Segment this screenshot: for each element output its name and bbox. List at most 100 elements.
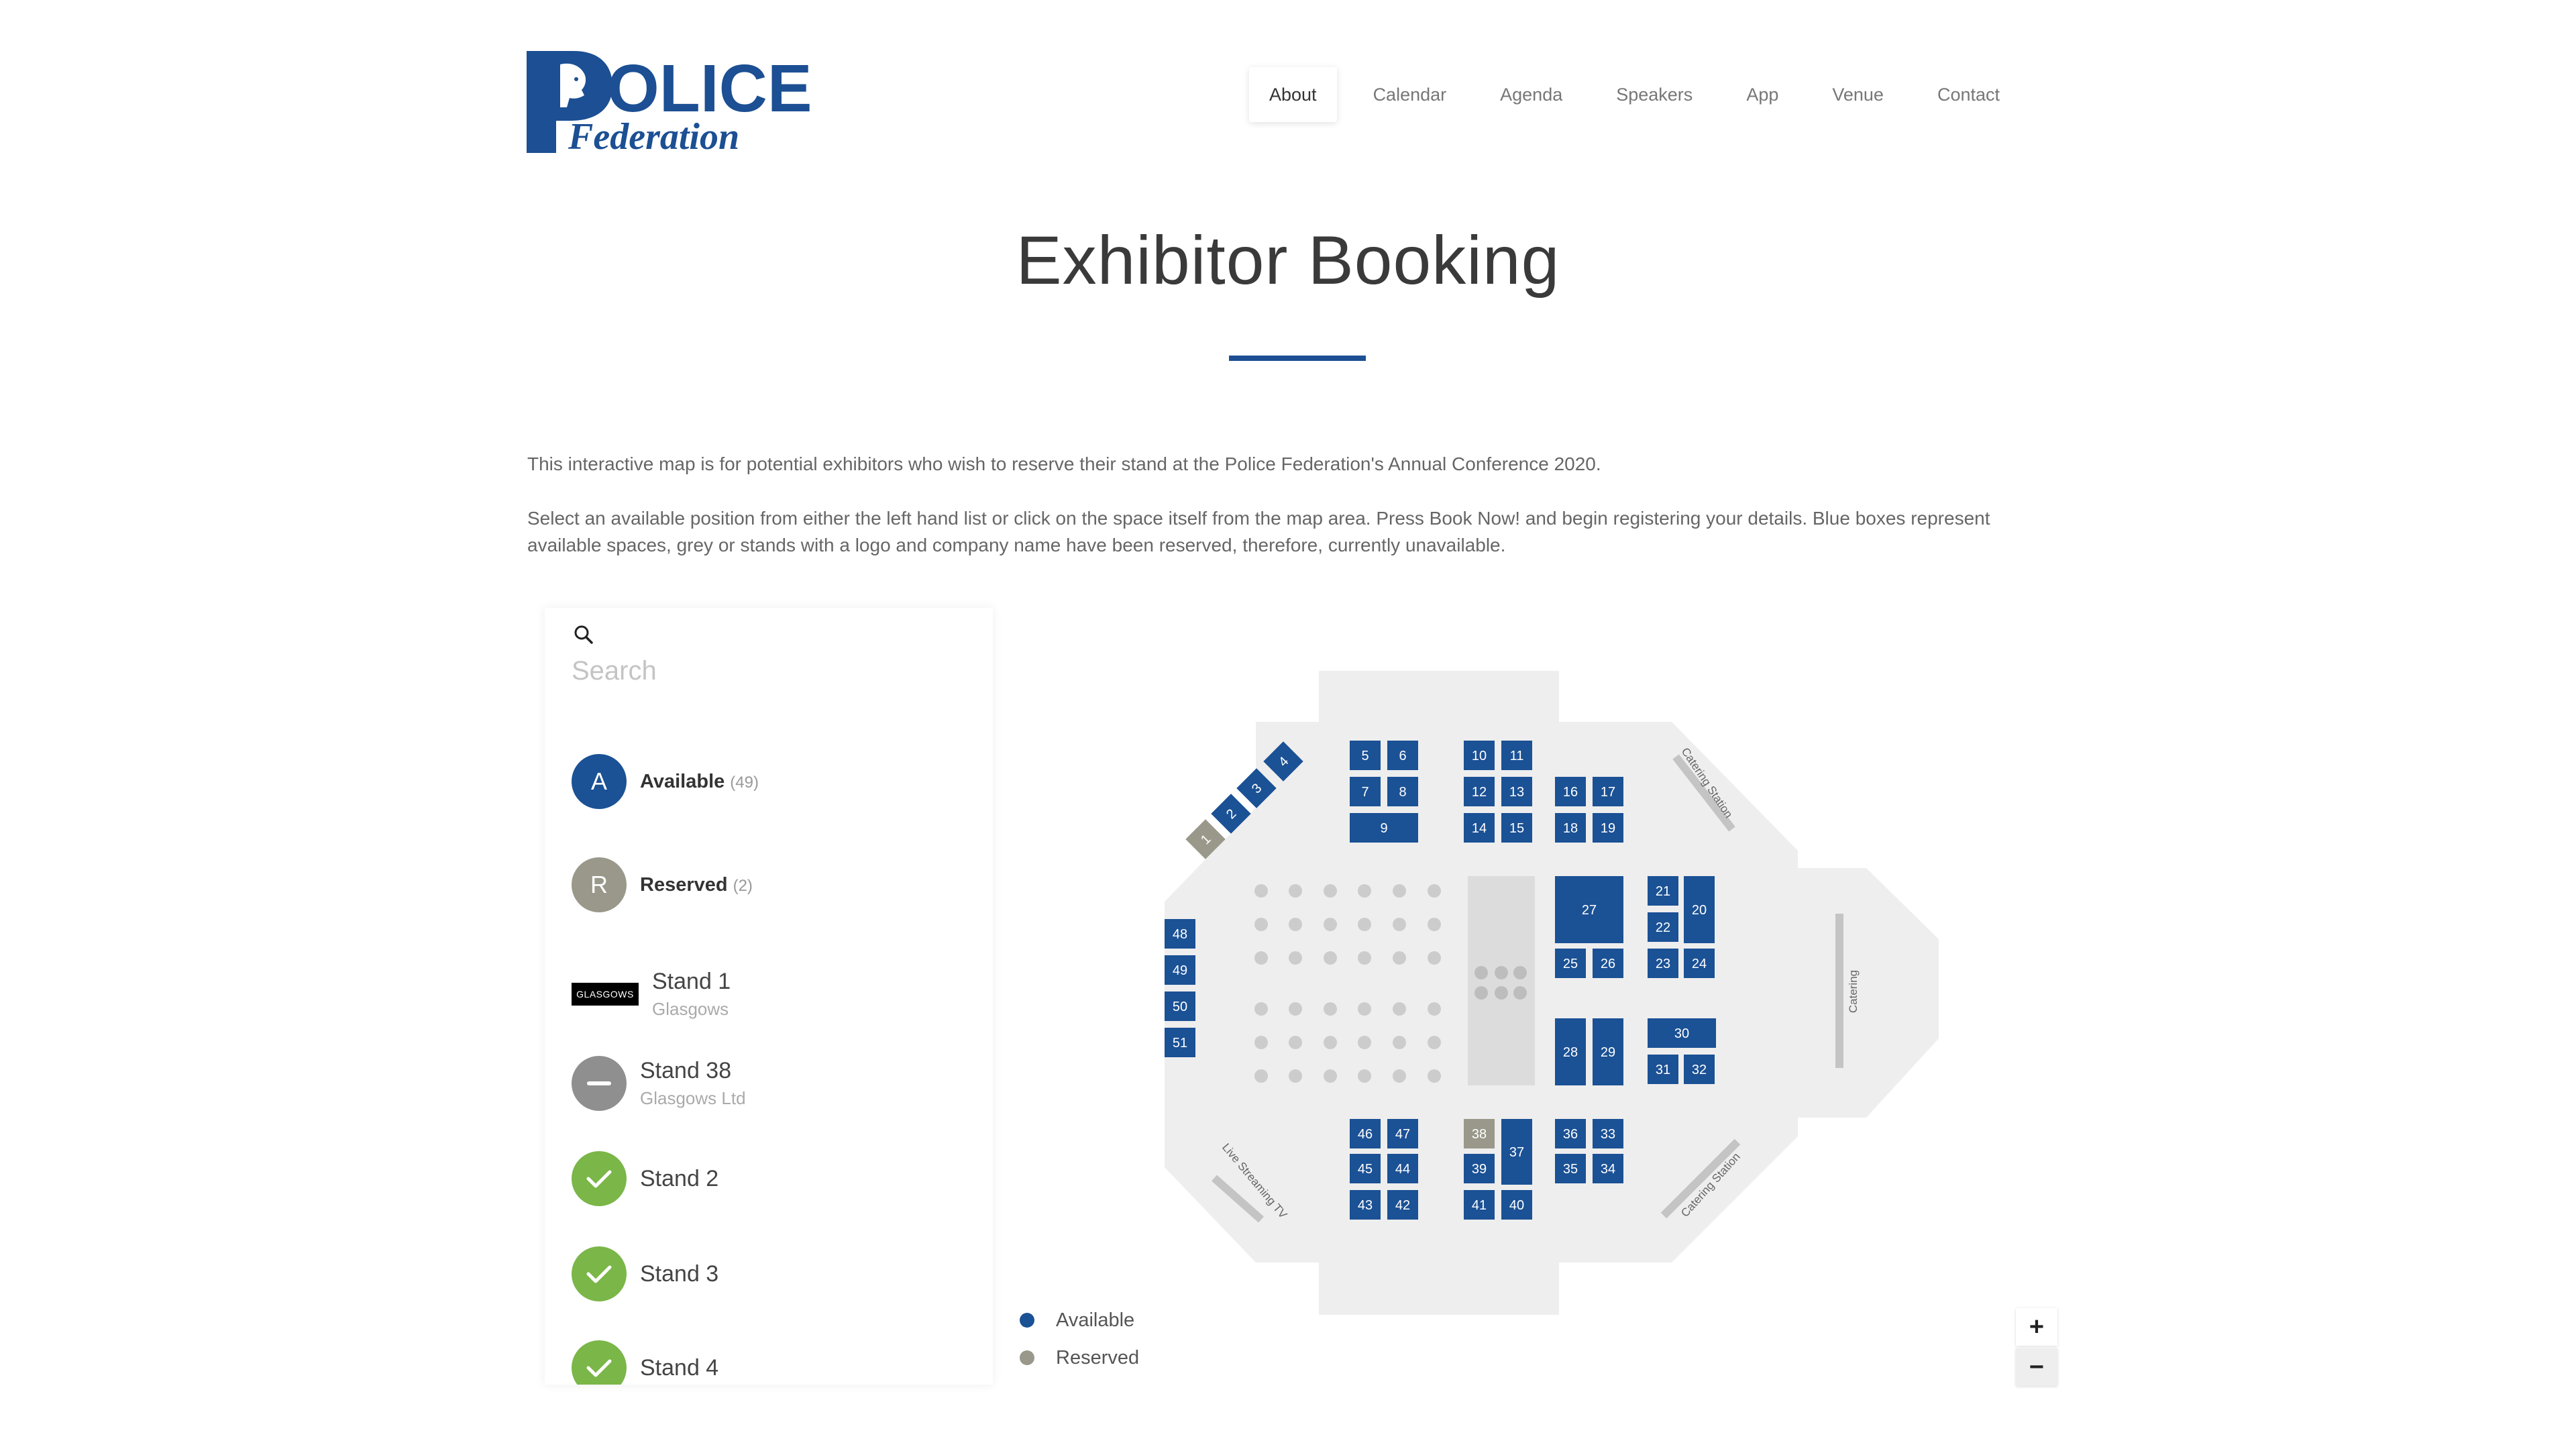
reserved-count: (2) — [733, 876, 753, 895]
stand-number: 38 — [1472, 1127, 1487, 1142]
stand-43[interactable]: 43 — [1350, 1190, 1381, 1220]
stand-name: Stand 38 — [640, 1058, 732, 1083]
stand-name: Stand 2 — [640, 1165, 719, 1191]
stand-39[interactable]: 39 — [1464, 1154, 1495, 1183]
search-input[interactable] — [572, 651, 961, 691]
reserved-badge: R — [572, 857, 627, 912]
stand-49[interactable]: 49 — [1165, 955, 1195, 985]
stand-30[interactable]: 30 — [1648, 1018, 1716, 1048]
stand-37[interactable]: 37 — [1501, 1119, 1532, 1185]
stand-40[interactable]: 40 — [1501, 1190, 1532, 1220]
seat — [1474, 966, 1488, 979]
catering-bar — [1835, 914, 1843, 1068]
stand-9[interactable]: 9 — [1350, 813, 1418, 843]
stand-7[interactable]: 7 — [1350, 777, 1381, 806]
zoom-out-button[interactable]: − — [2016, 1348, 2057, 1386]
nav-contact[interactable]: Contact — [1920, 67, 2017, 122]
stand-32[interactable]: 32 — [1684, 1055, 1715, 1084]
stand-11[interactable]: 11 — [1501, 741, 1532, 770]
seat — [1428, 1069, 1441, 1083]
stand-21[interactable]: 21 — [1648, 876, 1678, 906]
seat — [1358, 1036, 1371, 1049]
stand-number: 8 — [1399, 785, 1406, 800]
seat — [1254, 1069, 1268, 1083]
svg-text:OLICE: OLICE — [607, 51, 812, 126]
seat — [1289, 951, 1302, 965]
stand-14[interactable]: 14 — [1464, 813, 1495, 843]
nav-about[interactable]: About — [1249, 67, 1337, 122]
nav-app[interactable]: App — [1729, 67, 1796, 122]
stand-26[interactable]: 26 — [1593, 949, 1623, 978]
stand-28[interactable]: 28 — [1555, 1018, 1586, 1085]
stand-number: 50 — [1173, 1000, 1187, 1014]
stand-47[interactable]: 47 — [1387, 1119, 1418, 1148]
reserved-dot — [1020, 1350, 1034, 1365]
seat — [1393, 918, 1406, 931]
stand-10[interactable]: 10 — [1464, 741, 1495, 770]
stand-number: 35 — [1563, 1162, 1578, 1177]
stand-44[interactable]: 44 — [1387, 1154, 1418, 1183]
group-available[interactable]: A Available (49) — [572, 754, 759, 809]
stand-list-item[interactable]: GLASGOWS Stand 1 Glasgows — [572, 969, 731, 1020]
nav-calendar[interactable]: Calendar — [1356, 67, 1464, 122]
stand-list-item[interactable]: Stand 4 — [572, 1340, 718, 1385]
stand-13[interactable]: 13 — [1501, 777, 1532, 806]
stand-list-panel: A Available(49) R Reserved(2) GLASGOWS S… — [545, 608, 993, 1385]
stand-company: Glasgows — [652, 999, 729, 1019]
stand-number: 43 — [1358, 1198, 1373, 1213]
seat — [1513, 986, 1527, 1000]
stand-27[interactable]: 27 — [1555, 876, 1623, 943]
stand-25[interactable]: 25 — [1555, 949, 1586, 978]
stand-number: 40 — [1509, 1198, 1524, 1213]
stand-number: 6 — [1399, 749, 1406, 763]
glasgows-logo: GLASGOWS — [572, 983, 639, 1006]
stand-29[interactable]: 29 — [1593, 1018, 1623, 1085]
police-federation-logo[interactable]: OLICE Federation — [527, 51, 815, 153]
stand-35[interactable]: 35 — [1555, 1154, 1586, 1183]
stand-list-item[interactable]: Stand 3 — [572, 1246, 718, 1301]
stand-list-item[interactable]: Stand 2 — [572, 1151, 718, 1206]
nav-agenda[interactable]: Agenda — [1483, 67, 1580, 122]
nav-venue[interactable]: Venue — [1815, 67, 1901, 122]
stand-38[interactable]: 38 — [1464, 1119, 1495, 1148]
stand-36[interactable]: 36 — [1555, 1119, 1586, 1148]
seat — [1254, 1002, 1268, 1016]
stand-41[interactable]: 41 — [1464, 1190, 1495, 1220]
floor-plan-map[interactable]: Catering Station Catering Station Catering… — [1140, 657, 1945, 1315]
stand-5[interactable]: 5 — [1350, 741, 1381, 770]
stand-number: 13 — [1509, 785, 1524, 800]
stand-17[interactable]: 17 — [1593, 777, 1623, 806]
stand-12[interactable]: 12 — [1464, 777, 1495, 806]
zoom-in-button[interactable]: + — [2016, 1308, 2057, 1346]
stand-6[interactable]: 6 — [1387, 741, 1418, 770]
stand-18[interactable]: 18 — [1555, 813, 1586, 843]
main-nav: About Calendar Agenda Speakers App Venue… — [1249, 67, 2036, 122]
group-reserved[interactable]: R Reserved (2) — [572, 857, 753, 912]
stand-15[interactable]: 15 — [1501, 813, 1532, 843]
search-icon[interactable] — [572, 623, 596, 647]
stand-number: 33 — [1601, 1127, 1615, 1142]
seat — [1324, 951, 1337, 965]
stand-34[interactable]: 34 — [1593, 1154, 1623, 1183]
stand-48[interactable]: 48 — [1165, 919, 1195, 949]
stand-8[interactable]: 8 — [1387, 777, 1418, 806]
stand-19[interactable]: 19 — [1593, 813, 1623, 843]
seat — [1428, 884, 1441, 898]
stand-22[interactable]: 22 — [1648, 912, 1678, 942]
stand-46[interactable]: 46 — [1350, 1119, 1381, 1148]
stand-list-item[interactable]: Stand 38 Glasgows Ltd — [572, 1056, 746, 1111]
stand-23[interactable]: 23 — [1648, 949, 1678, 978]
stand-24[interactable]: 24 — [1684, 949, 1715, 978]
stand-31[interactable]: 31 — [1648, 1055, 1678, 1084]
stand-50[interactable]: 50 — [1165, 991, 1195, 1021]
stand-20[interactable]: 20 — [1684, 876, 1715, 943]
stand-45[interactable]: 45 — [1350, 1154, 1381, 1183]
floor-plan-svg[interactable]: Catering StationCatering StationCatering… — [1140, 657, 1945, 1315]
available-count: (49) — [730, 773, 759, 792]
nav-speakers[interactable]: Speakers — [1599, 67, 1710, 122]
group-reserved-label: Reserved (2) — [640, 873, 753, 896]
stand-33[interactable]: 33 — [1593, 1119, 1623, 1148]
stand-16[interactable]: 16 — [1555, 777, 1586, 806]
stand-42[interactable]: 42 — [1387, 1190, 1418, 1220]
stand-51[interactable]: 51 — [1165, 1028, 1195, 1057]
